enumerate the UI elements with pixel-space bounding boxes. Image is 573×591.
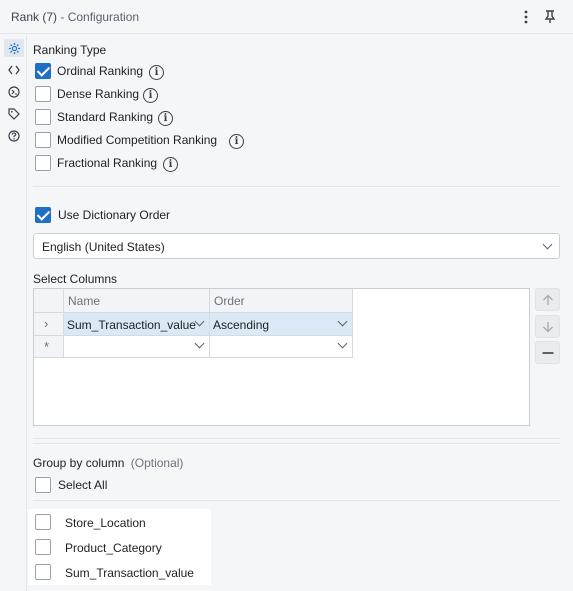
panel-subtitle: - Configuration: [60, 10, 140, 24]
header-name-label: Name: [68, 294, 101, 308]
row-name-value: Sum_Transaction_value: [67, 318, 196, 332]
modified-competition-ranking-checkbox[interactable]: [35, 132, 51, 148]
config-content: Ranking Type Ordinal Ranking i Dense Ran…: [28, 35, 573, 591]
tag-icon[interactable]: [6, 106, 22, 122]
move-up-button[interactable]: [535, 288, 560, 311]
use-dictionary-order-label: Use Dictionary Order: [58, 208, 171, 222]
column-header-name[interactable]: Name: [64, 289, 210, 313]
list-item-label: Store_Location: [65, 516, 146, 530]
chevron-down-icon: [542, 239, 553, 250]
chevron-down-icon: [194, 338, 205, 349]
standard-ranking-checkbox[interactable]: [35, 109, 51, 125]
select-columns-heading: Select Columns: [33, 272, 118, 286]
pin-icon[interactable]: [542, 9, 558, 25]
info-icon[interactable]: i: [149, 65, 164, 80]
table-row-name-cell[interactable]: Sum_Transaction_value: [64, 313, 210, 336]
standard-ranking-label: Standard Ranking: [57, 110, 154, 124]
dense-ranking-checkbox[interactable]: [35, 86, 51, 102]
panel-header: Rank (7) - Configuration: [0, 0, 573, 34]
tool-name: Rank (7): [11, 10, 58, 24]
chevron-down-icon: [337, 338, 348, 349]
list-item-label: Sum_Transaction_value: [65, 566, 194, 580]
chevron-down-icon: [337, 316, 348, 327]
gear-icon[interactable]: [4, 39, 24, 57]
table-row-order-cell[interactable]: Ascending: [210, 313, 353, 336]
new-row-indicator[interactable]: *: [34, 336, 64, 358]
modified-competition-ranking-label: Modified Competition Ranking: [57, 133, 218, 147]
divider: [33, 438, 560, 439]
fractional-ranking-checkbox[interactable]: [35, 155, 51, 171]
sum-transaction-value-checkbox[interactable]: [35, 564, 51, 580]
ordinal-ranking-checkbox[interactable]: [35, 63, 51, 79]
info-icon[interactable]: i: [158, 111, 173, 126]
panel-title: Rank (7) - Configuration: [11, 10, 139, 24]
fractional-ranking-label: Fractional Ranking: [57, 156, 158, 170]
divider: [33, 500, 560, 501]
new-row-order-cell[interactable]: [210, 336, 353, 358]
store-location-checkbox[interactable]: [35, 514, 51, 530]
select-all-checkbox[interactable]: [35, 477, 51, 493]
select-all-label: Select All: [58, 478, 108, 492]
locale-value: English (United States): [42, 240, 165, 254]
group-by-heading: Group by column (Optional): [33, 456, 183, 470]
new-row-name-cell[interactable]: [64, 336, 210, 358]
header-order-label: Order: [214, 294, 245, 308]
list-item-label: Product_Category: [65, 541, 162, 555]
ordinal-ranking-label: Ordinal Ranking: [57, 64, 144, 78]
columns-grid: Name Order › Sum_Transaction_value Ascen…: [33, 288, 530, 426]
group-by-list: Store_Location Product_Category Sum_Tran…: [28, 509, 211, 585]
code-icon[interactable]: [6, 62, 22, 78]
locale-dropdown[interactable]: English (United States): [33, 233, 560, 259]
row-indicator[interactable]: ›: [34, 313, 64, 336]
move-down-button[interactable]: [535, 315, 560, 338]
use-dictionary-order-checkbox[interactable]: [35, 207, 51, 223]
product-category-checkbox[interactable]: [35, 539, 51, 555]
data-icon[interactable]: [6, 84, 22, 100]
column-header-order[interactable]: Order: [210, 289, 353, 313]
grid-corner: [34, 289, 64, 313]
divider: [33, 443, 560, 444]
group-by-title: Group by column: [33, 456, 125, 470]
side-rail: [0, 35, 27, 591]
ranking-type-heading: Ranking Type: [33, 43, 107, 57]
help-icon[interactable]: [6, 128, 22, 144]
chevron-down-icon: [194, 316, 205, 327]
dense-ranking-label: Dense Ranking: [57, 87, 140, 101]
info-icon[interactable]: i: [163, 157, 178, 172]
more-vertical-icon[interactable]: [518, 9, 534, 25]
divider: [33, 186, 560, 187]
row-order-value: Ascending: [213, 318, 270, 332]
info-icon[interactable]: i: [143, 88, 158, 103]
optional-label: (Optional): [130, 456, 184, 470]
info-icon[interactable]: i: [229, 134, 244, 149]
remove-row-button[interactable]: [535, 341, 560, 364]
